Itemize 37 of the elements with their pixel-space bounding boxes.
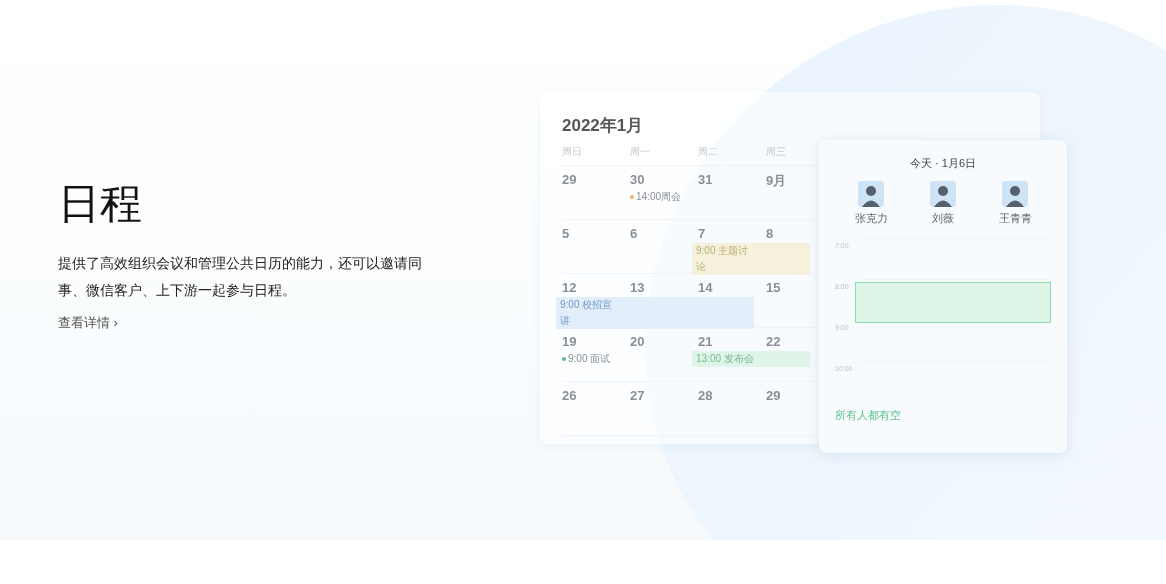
description: 提供了高效组织会议和管理公共日历的能力，还可以邀请同事、微信客户、上下游一起参与日程。 xyxy=(58,254,423,300)
day-number: 9月 xyxy=(766,172,787,190)
day-number: 13 xyxy=(630,280,645,295)
calendar-event[interactable]: 9:00 校招宣讲 xyxy=(556,297,754,329)
details-link[interactable]: 查看详情 › xyxy=(58,314,118,332)
day-number: 15 xyxy=(766,280,781,295)
day-number: 29 xyxy=(562,172,577,187)
day-number: 31 xyxy=(698,172,713,187)
avatar-icon xyxy=(930,181,956,207)
calendar-event[interactable]: 9:00 面试 xyxy=(568,351,611,367)
panel-title: 今天 · 1月6日 xyxy=(909,156,977,171)
day-number: 6 xyxy=(630,226,638,241)
day-number: 8 xyxy=(766,226,774,241)
day-number: 20 xyxy=(630,334,645,349)
section-title: 日程 xyxy=(58,179,143,229)
day-number: 19 xyxy=(562,334,577,349)
avatar-icon xyxy=(858,181,884,207)
day-number: 7 xyxy=(698,226,706,241)
day-number: 22 xyxy=(766,334,781,349)
day-number: 12 xyxy=(562,280,577,295)
calendar-event[interactable]: 9:00 主题讨论 xyxy=(692,243,810,275)
person-name: 王青青 xyxy=(998,211,1032,226)
calendar-event[interactable]: 13:00 发布会 xyxy=(692,351,810,367)
calendar-event[interactable]: 14:00周会 xyxy=(636,189,682,205)
day-number: 26 xyxy=(562,388,577,403)
day-number: 28 xyxy=(698,388,713,403)
day-number: 30 xyxy=(630,172,645,187)
day-number: 29 xyxy=(766,388,781,403)
month-title: 2022年1月 xyxy=(562,115,645,137)
avatar-icon xyxy=(1002,181,1028,207)
day-number: 27 xyxy=(630,388,645,403)
day-number: 5 xyxy=(562,226,570,241)
day-number: 21 xyxy=(698,334,713,349)
day-number: 14 xyxy=(698,280,713,295)
person-name: 张克力 xyxy=(854,211,888,226)
person-name: 刘薇 xyxy=(932,211,954,226)
availability-status: 所有人都有空 xyxy=(835,408,902,423)
